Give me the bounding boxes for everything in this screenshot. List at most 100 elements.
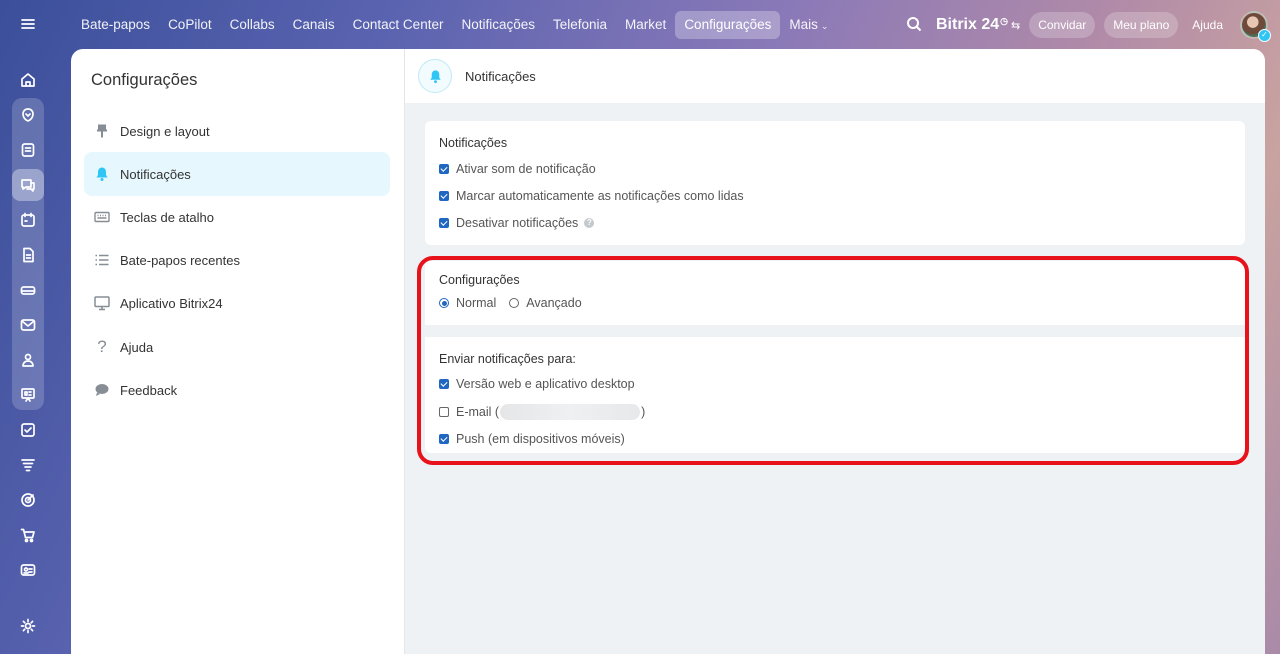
push-checkbox-row[interactable]: Push (em dispositivos móveis) [439, 432, 625, 446]
option-label: Versão web e aplicativo desktop [456, 377, 635, 391]
help-icon[interactable]: ? [584, 218, 595, 228]
option-label: Push (em dispositivos móveis) [456, 432, 625, 446]
switch-icon: ⇆ [1011, 20, 1021, 32]
email-checkbox-row[interactable]: E-mail ( ) [439, 404, 645, 420]
nav-item-copilot[interactable]: CoPilot [159, 11, 221, 39]
drive-icon[interactable] [12, 274, 44, 306]
notifications-card: Notificações Ativar som de notificação M… [425, 121, 1245, 245]
bell-icon [93, 165, 111, 183]
list-icon [93, 251, 111, 269]
delivery-card: Configurações Normal Avançado Enviar not… [425, 261, 1245, 453]
invite-button[interactable]: Convidar [1029, 12, 1096, 38]
sidebar-item-ajuda[interactable]: ? Ajuda [84, 325, 390, 369]
mode-radio-group: Normal Avançado [439, 296, 582, 310]
section-title: Enviar notificações para: [439, 352, 576, 366]
sidebar-item-notificacoes[interactable]: Notificações [84, 152, 390, 196]
nav-item-market[interactable]: Market [616, 11, 675, 39]
speech-bubble-icon [93, 381, 111, 399]
disable-notifications-checkbox[interactable] [439, 218, 449, 228]
nav-item-telefonia[interactable]: Telefonia [544, 11, 616, 39]
web-desktop-checkbox[interactable] [439, 379, 449, 389]
question-icon: ? [97, 337, 107, 356]
nav-item-canais[interactable]: Canais [284, 11, 344, 39]
search-icon[interactable] [906, 16, 922, 35]
nav-item-configuracoes[interactable]: Configurações [675, 11, 781, 39]
option-label: ) [641, 405, 646, 419]
brand-logo[interactable]: Bitrix 24◷ ⇆ [936, 16, 1020, 34]
left-rail [0, 0, 56, 654]
auto-read-checkbox[interactable] [439, 191, 449, 201]
sidebar-item-bate-papos-recentes[interactable]: Bate-papos recentes [84, 238, 390, 282]
radio-label: Normal [456, 296, 497, 310]
page-title: Notificações [465, 68, 536, 84]
sidebar-item-design-layout[interactable]: Design e layout [84, 109, 390, 153]
disable-notifications-checkbox-row[interactable]: Desativar notificações ? [439, 216, 595, 230]
option-label: E-mail ( [456, 405, 500, 419]
chat-icon[interactable] [12, 169, 44, 201]
sidebar-item-teclas-atalho[interactable]: Teclas de atalho [84, 195, 390, 239]
nav-item-bate-papos[interactable]: Bate-papos [72, 11, 159, 39]
auto-read-checkbox-row[interactable]: Marcar automaticamente as notificações c… [439, 189, 744, 203]
documents-icon[interactable] [12, 239, 44, 271]
home-icon[interactable] [12, 64, 44, 96]
nav-item-collabs[interactable]: Collabs [221, 11, 284, 39]
web-desktop-checkbox-row[interactable]: Versão web e aplicativo desktop [439, 377, 635, 391]
radio-label: Avançado [526, 296, 582, 310]
menu-icon[interactable] [12, 8, 44, 40]
groups-icon[interactable] [12, 344, 44, 376]
top-navigation: Bate-papos CoPilot Collabs Canais Contac… [72, 10, 837, 40]
avatar[interactable]: ✓ [1240, 11, 1271, 42]
settings-content: Notificações Notificações Ativar som de … [404, 49, 1265, 654]
settings-sidebar: Configurações Design e layout Notificaçõ… [71, 49, 404, 654]
chevron-down-icon: ⌄ [820, 21, 829, 31]
sound-checkbox[interactable] [439, 164, 449, 174]
sidebar-item-label: Teclas de atalho [120, 209, 214, 225]
mode-normal-radio[interactable] [439, 298, 449, 308]
bell-icon [418, 59, 452, 93]
redacted-email [500, 404, 641, 420]
sidebar-item-label: Feedback [120, 382, 178, 398]
mail-icon[interactable] [12, 309, 44, 341]
marketing-icon[interactable] [12, 484, 44, 516]
sound-checkbox-row[interactable]: Ativar som de notificação [439, 162, 596, 176]
nav-item-more[interactable]: Mais ⌄ [780, 11, 837, 39]
mode-normal-option[interactable]: Normal [439, 296, 496, 310]
sidebar-item-label: Ajuda [120, 339, 154, 355]
clock-icon: ◷ [1000, 16, 1008, 26]
copilot-icon[interactable] [12, 99, 44, 131]
push-checkbox[interactable] [439, 434, 449, 444]
mode-advanced-radio[interactable] [509, 298, 520, 308]
calendar-icon[interactable] [12, 204, 44, 236]
sidebar-item-aplicativo[interactable]: Aplicativo Bitrix24 [84, 281, 390, 325]
shop-cart-icon[interactable] [12, 519, 44, 551]
my-plan-button[interactable]: Meu plano [1104, 12, 1179, 38]
monitor-icon [93, 294, 111, 312]
more-label: Mais [789, 17, 818, 32]
help-button[interactable]: Ajuda [1187, 12, 1228, 38]
crm-funnel-icon[interactable] [12, 449, 44, 481]
top-right-toolbar: Bitrix 24◷ ⇆ Convidar Meu plano Ajuda ✓ [906, 8, 1271, 42]
section-divider [425, 325, 1245, 337]
nav-item-contact-center[interactable]: Contact Center [344, 11, 453, 39]
content-header: Notificações [405, 49, 1265, 103]
feed-icon[interactable] [12, 134, 44, 166]
sidebar-title: Configurações [91, 71, 198, 89]
section-title: Notificações [439, 136, 508, 150]
verified-check-icon: ✓ [1258, 29, 1271, 42]
sidebar-item-label: Aplicativo Bitrix24 [120, 295, 223, 311]
sidebar-item-label: Bate-papos recentes [120, 252, 240, 268]
board-icon[interactable] [12, 379, 44, 411]
nav-item-notificacoes[interactable]: Notificações [452, 11, 544, 39]
contact-card-icon[interactable] [12, 554, 44, 586]
tasks-icon[interactable] [12, 414, 44, 446]
brand-name: Bitrix 24 [936, 16, 1000, 33]
mode-advanced-option[interactable]: Avançado [509, 296, 582, 310]
settings-gear-icon[interactable] [12, 610, 44, 642]
paint-roller-icon [93, 122, 111, 140]
email-checkbox[interactable] [439, 407, 449, 417]
sidebar-item-label: Design e layout [120, 123, 210, 139]
option-label: Marcar automaticamente as notificações c… [456, 189, 744, 203]
sidebar-item-label: Notificações [120, 166, 191, 182]
sidebar-item-feedback[interactable]: Feedback [84, 368, 390, 412]
option-label: Ativar som de notificação [456, 162, 596, 176]
